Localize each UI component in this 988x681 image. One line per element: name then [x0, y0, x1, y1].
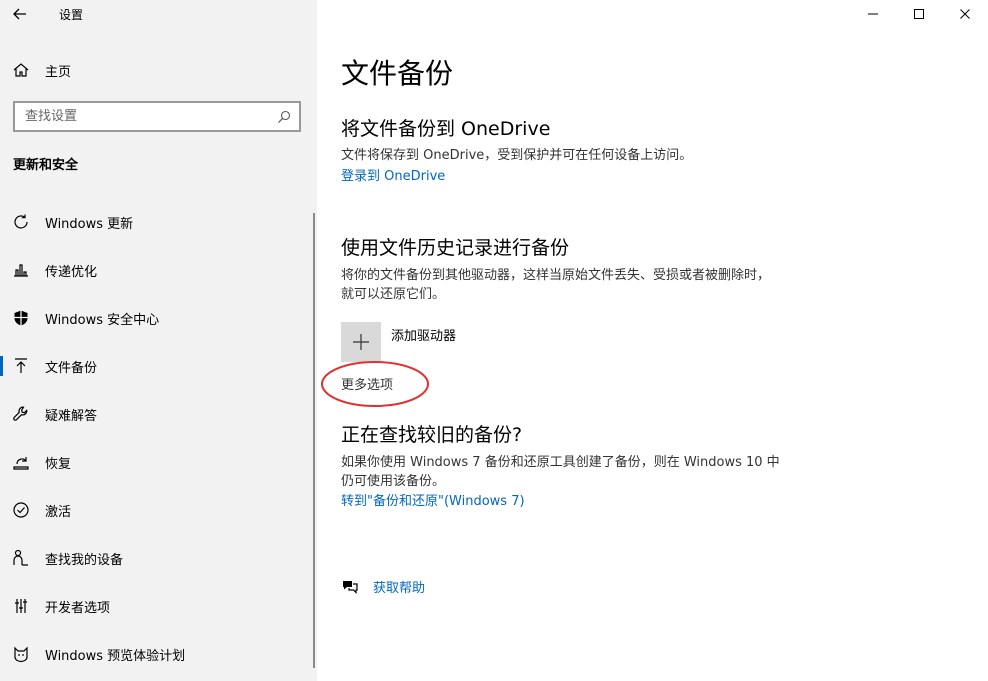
nav-list: Windows 更新 传递优化 Windows 安全中心 文件备份 疑难解答 恢… — [0, 198, 317, 678]
file-history-description: 将你的文件备份到其他驱动器，这样当原始文件丢失、受损或者被删除时，就可以还原它们… — [341, 268, 771, 302]
home-icon — [11, 60, 31, 80]
close-icon — [960, 9, 970, 19]
recovery-icon — [11, 452, 31, 472]
sidebar-item-label: 激活 — [45, 504, 72, 520]
onedrive-description: 文件将保存到 OneDrive，受到保护并可在任何设备上访问。 — [341, 148, 693, 163]
sidebar-item-label: 疑难解答 — [45, 408, 98, 424]
insider-cat-icon — [11, 644, 31, 664]
search-input[interactable] — [25, 109, 255, 124]
sidebar-item-home[interactable]: 主页 — [0, 55, 317, 85]
app-title: 设置 — [59, 7, 84, 22]
add-tile[interactable] — [341, 322, 381, 362]
sidebar-item-label: Windows 预览体验计划 — [45, 648, 186, 664]
older-backup-heading: 正在查找较旧的备份? — [341, 424, 523, 446]
sidebar-item-label: 开发者选项 — [45, 600, 111, 616]
sidebar-item-label: 传递优化 — [45, 264, 98, 280]
window-controls — [850, 0, 988, 28]
add-drive-button[interactable]: 添加驱动器 — [341, 322, 456, 362]
backup-restore-link[interactable]: 转到"备份和还原"(Windows 7) — [341, 490, 525, 509]
file-history-heading: 使用文件历史记录进行备份 — [341, 237, 570, 259]
sidebar-item-windows-security[interactable]: Windows 安全中心 — [0, 294, 317, 342]
minimize-icon — [868, 13, 878, 15]
sidebar-item-delivery-optimization[interactable]: 传递优化 — [0, 246, 317, 294]
maximize-icon — [914, 9, 924, 19]
sidebar-item-label: 主页 — [45, 64, 72, 80]
get-help-row[interactable]: 获取帮助 — [341, 577, 425, 596]
sidebar-item-label: Windows 更新 — [45, 216, 134, 232]
sidebar-item-label: 恢复 — [45, 456, 72, 472]
search-icon[interactable] — [277, 110, 291, 124]
person-location-icon — [11, 548, 31, 568]
get-help-link[interactable]: 获取帮助 — [373, 577, 425, 596]
back-arrow-icon — [13, 8, 26, 20]
section-title: 更新和安全 — [13, 158, 79, 173]
older-backup-description: 如果你使用 Windows 7 备份和还原工具创建了备份，则在 Windows … — [341, 455, 780, 489]
plus-icon — [353, 334, 369, 350]
sidebar-item-find-my-device[interactable]: 查找我的设备 — [0, 534, 317, 582]
wrench-icon — [11, 404, 31, 424]
add-drive-label: 添加驱动器 — [391, 329, 457, 344]
developer-icon — [11, 596, 31, 616]
title-bar: 设置 — [0, 0, 317, 28]
annotation-ellipse — [321, 361, 429, 407]
upload-arrow-icon — [11, 356, 31, 376]
sidebar-item-recovery[interactable]: 恢复 — [0, 438, 317, 486]
sidebar: 设置 主页 更新和安全 Windows 更新 传递优化 — [0, 0, 317, 681]
page-title: 文件备份 — [341, 57, 454, 90]
sidebar-item-troubleshoot[interactable]: 疑难解答 — [0, 390, 317, 438]
shield-icon — [11, 308, 31, 328]
sidebar-item-windows-insider[interactable]: Windows 预览体验计划 — [0, 630, 317, 678]
sidebar-item-activation[interactable]: 激活 — [0, 486, 317, 534]
maximize-button[interactable] — [896, 0, 942, 28]
search-box[interactable] — [13, 101, 301, 132]
sidebar-item-file-backup[interactable]: 文件备份 — [0, 342, 317, 390]
sidebar-item-developer-options[interactable]: 开发者选项 — [0, 582, 317, 630]
minimize-button[interactable] — [850, 0, 896, 28]
chat-help-icon — [343, 580, 358, 594]
check-circle-icon — [11, 500, 31, 520]
sidebar-item-label: Windows 安全中心 — [45, 312, 160, 328]
sign-in-onedrive-link[interactable]: 登录到 OneDrive — [341, 165, 445, 184]
back-button[interactable] — [0, 0, 40, 28]
sidebar-item-label: 文件备份 — [45, 360, 98, 376]
onedrive-heading: 将文件备份到 OneDrive — [341, 118, 551, 140]
delivery-optimization-icon — [11, 260, 31, 280]
sidebar-item-label: 查找我的设备 — [45, 552, 124, 568]
sidebar-item-windows-update[interactable]: Windows 更新 — [0, 198, 317, 246]
sidebar-scrollbar[interactable] — [313, 213, 315, 668]
close-button[interactable] — [942, 0, 988, 28]
refresh-icon — [11, 212, 31, 232]
